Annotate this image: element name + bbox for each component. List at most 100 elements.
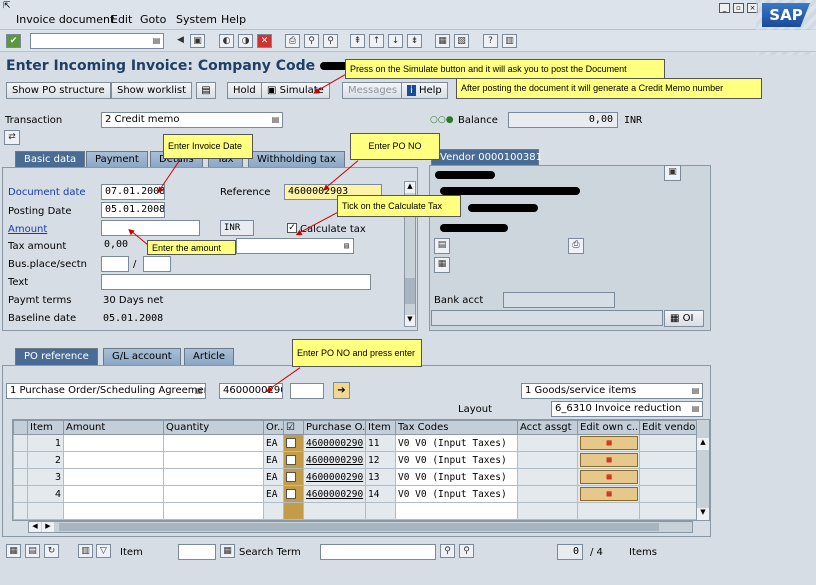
row-checkbox[interactable] xyxy=(286,489,296,499)
column-header[interactable]: Quantity xyxy=(163,420,264,435)
next-page-icon[interactable]: ↓ xyxy=(388,34,403,48)
vendor-folder-icon[interactable]: ▤ xyxy=(434,238,450,254)
find-icon[interactable]: ⚲ xyxy=(304,34,319,48)
tab-gl-account[interactable]: G/L account xyxy=(103,348,181,365)
document-date-field[interactable]: 07.01.2008 xyxy=(101,184,165,200)
tax-code-cell[interactable]: V0 V0 (Input Taxes) xyxy=(395,468,518,486)
po-cell[interactable]: 4600000290 xyxy=(303,468,366,486)
cancel-icon[interactable]: ✕ xyxy=(257,34,272,48)
quantity-cell[interactable] xyxy=(163,485,264,503)
transaction-select[interactable]: 2 Credit memo ▤ xyxy=(101,112,283,128)
refresh-icon[interactable]: ↻ xyxy=(44,544,59,558)
column-header[interactable]: Amount xyxy=(63,420,164,435)
row-checkbox-cell[interactable] xyxy=(283,434,304,452)
row-selector[interactable] xyxy=(13,434,28,452)
checkbox-column-icon[interactable]: ☑ xyxy=(283,420,304,435)
layout-select[interactable]: 6_6310 Invoice reduction ▤ xyxy=(551,401,703,417)
po-execute-icon[interactable]: ➔ xyxy=(333,382,350,399)
scroll-left-icon[interactable]: ◀ xyxy=(29,522,41,532)
tab-basic-data[interactable]: Basic data xyxy=(15,151,86,168)
footer-item-field[interactable] xyxy=(178,544,216,560)
column-header[interactable]: Edit own c... xyxy=(577,420,640,435)
tax-code-cell[interactable]: V0 V0 (Input Taxes) xyxy=(395,434,518,452)
find-next-icon[interactable]: ⚲ xyxy=(323,34,338,48)
select-block-icon[interactable]: ▤ xyxy=(25,544,40,558)
edit-own-button[interactable]: ▦ xyxy=(580,453,638,467)
po-item-field[interactable] xyxy=(290,383,324,399)
po-doc-type-select[interactable]: 1 Purchase Order/Scheduling Agreemen ▤ xyxy=(6,383,206,399)
save-icon[interactable]: ▣ xyxy=(190,34,205,48)
text-field[interactable] xyxy=(101,274,371,290)
simulate-button[interactable]: ▣ Simulate xyxy=(261,82,330,99)
amount-cell[interactable] xyxy=(63,502,164,520)
new-session-icon[interactable]: ▦ xyxy=(435,34,450,48)
quantity-cell[interactable] xyxy=(163,451,264,469)
scroll-down-icon[interactable]: ▼ xyxy=(405,315,415,326)
tab-vendor[interactable]: Vendor 0000100381 xyxy=(431,149,542,166)
show-worklist-button[interactable]: Show worklist xyxy=(111,82,193,99)
show-po-structure-button[interactable]: Show PO structure xyxy=(6,82,111,99)
amount-cell[interactable] xyxy=(63,434,164,452)
print-icon[interactable]: ⎙ xyxy=(285,34,300,48)
search-next-icon[interactable]: ⚲ xyxy=(459,544,474,558)
help-button[interactable]: i Help xyxy=(401,82,448,99)
messages-button[interactable]: Messages xyxy=(342,82,404,99)
menu-help[interactable]: Help xyxy=(221,13,246,26)
edit-own-button[interactable]: ▦ xyxy=(580,487,638,501)
scroll-up-icon[interactable]: ▲ xyxy=(697,438,709,450)
tab-po-reference[interactable]: PO reference xyxy=(15,348,98,365)
column-header[interactable]: Purchase O... xyxy=(303,420,366,435)
row-selector[interactable] xyxy=(13,468,28,486)
tab-payment[interactable]: Payment xyxy=(86,151,148,168)
menu-invoice-document[interactable]: Invoice document xyxy=(16,13,114,26)
help-icon[interactable]: ? xyxy=(483,34,498,48)
menu-system[interactable]: System xyxy=(176,13,217,26)
shortcut-icon[interactable]: ▧ xyxy=(454,34,469,48)
edit-own-button[interactable]: ▦ xyxy=(580,436,638,450)
exit-icon[interactable]: ◑ xyxy=(238,34,253,48)
po-cell[interactable]: 4600000290 xyxy=(303,434,366,452)
delete-row-icon[interactable]: ▥ xyxy=(78,544,93,558)
quantity-cell[interactable] xyxy=(163,468,264,486)
row-selector[interactable] xyxy=(13,502,28,520)
tax-code-cell[interactable] xyxy=(395,502,518,520)
column-header[interactable]: Acct assgt xyxy=(517,420,578,435)
row-checkbox[interactable] xyxy=(286,472,296,482)
scroll-thumb[interactable] xyxy=(59,523,659,531)
tab-article[interactable]: Article xyxy=(184,348,235,365)
minimize-icon[interactable]: _ xyxy=(719,3,730,13)
system-menu-icon[interactable]: ⇱ xyxy=(3,1,11,11)
tax-code-select[interactable]: ▤ xyxy=(236,238,354,254)
scroll-down-icon[interactable]: ▼ xyxy=(697,508,709,520)
edit-own-button[interactable]: ▦ xyxy=(580,470,638,484)
select-all-icon[interactable]: ▦ xyxy=(6,544,21,558)
command-field[interactable]: ▤ xyxy=(30,33,164,49)
amount-currency-field[interactable]: INR xyxy=(220,220,254,236)
row-checkbox-cell[interactable] xyxy=(283,468,304,486)
scroll-up-icon[interactable]: ▲ xyxy=(405,182,415,193)
bus-place-field[interactable] xyxy=(101,256,129,272)
first-page-icon[interactable]: ⇞ xyxy=(350,34,365,48)
row-checkbox[interactable] xyxy=(286,455,296,465)
folder-icon[interactable]: ▤ xyxy=(196,82,216,99)
table-horizontal-scrollbar[interactable]: ◀ ▶ xyxy=(28,521,693,533)
amount-cell[interactable] xyxy=(63,468,164,486)
row-checkbox-cell[interactable] xyxy=(283,451,304,469)
column-header[interactable]: Or... xyxy=(263,420,284,435)
tax-code-cell[interactable]: V0 V0 (Input Taxes) xyxy=(395,485,518,503)
last-page-icon[interactable]: ⇟ xyxy=(407,34,422,48)
posting-date-field[interactable]: 05.01.2008 xyxy=(101,202,165,218)
column-header[interactable]: Tax Codes xyxy=(395,420,518,435)
search-term-field[interactable] xyxy=(320,544,436,560)
menu-goto[interactable]: Goto xyxy=(140,13,166,26)
quantity-cell[interactable] xyxy=(163,502,264,520)
table-row[interactable]: 3 EA 4600000290 13 V0 V0 (Input Taxes) ▦ xyxy=(13,468,697,486)
amount-cell[interactable] xyxy=(63,485,164,503)
vendor-display-icon[interactable]: ▣ xyxy=(664,165,681,181)
goods-service-select[interactable]: 1 Goods/service items ▤ xyxy=(521,383,703,399)
restore-icon[interactable]: ▫ xyxy=(733,3,744,13)
back-icon[interactable]: ◐ xyxy=(219,34,234,48)
row-selector[interactable] xyxy=(13,485,28,503)
row-selector[interactable] xyxy=(13,451,28,469)
hold-button[interactable]: Hold xyxy=(227,82,262,99)
